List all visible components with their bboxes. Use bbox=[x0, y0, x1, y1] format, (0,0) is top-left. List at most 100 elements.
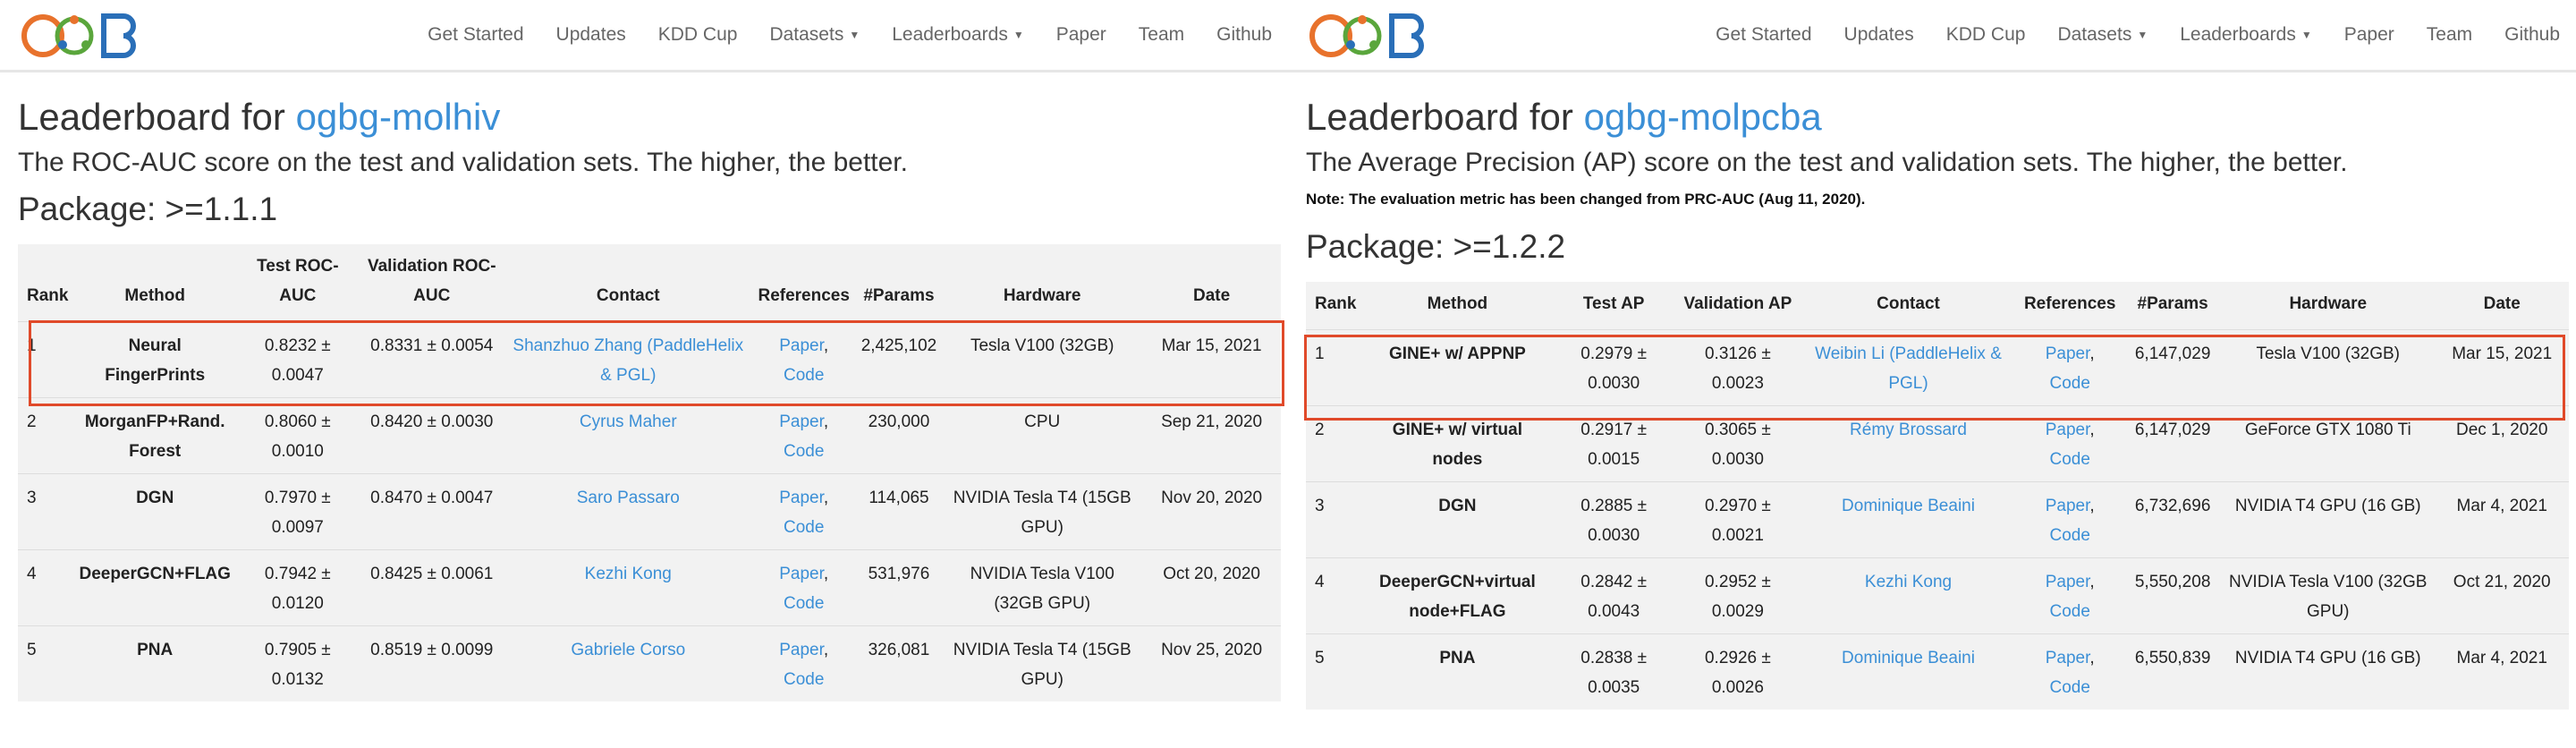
nav-paper[interactable]: Paper bbox=[2328, 24, 2411, 46]
date-cell: Sep 21, 2020 bbox=[1142, 397, 1281, 474]
nav-team[interactable]: Team bbox=[2411, 24, 2488, 46]
separator: , bbox=[823, 641, 829, 659]
contact-link[interactable]: Dominique Beaini bbox=[1801, 481, 2016, 558]
hardware-cell: GeForce GTX 1080 Ti bbox=[2221, 405, 2436, 482]
column-header: Method bbox=[1427, 294, 1488, 313]
nav-updates[interactable]: Updates bbox=[1828, 24, 1930, 46]
date-cell: Mar 15, 2021 bbox=[1142, 321, 1281, 398]
package-version: Package: >=1.1.1 bbox=[18, 191, 278, 227]
code-link[interactable]: Code bbox=[784, 366, 824, 385]
code-link[interactable]: Code bbox=[784, 442, 824, 461]
validation-score-cell: 0.3126 ± 0.0023 bbox=[1674, 329, 1801, 406]
paper-link[interactable]: Paper bbox=[779, 336, 824, 355]
validation-score-cell: 0.8425 ± 0.0061 bbox=[359, 549, 504, 626]
nav-github[interactable]: Github bbox=[1200, 24, 1288, 46]
validation-score-cell: 0.2952 ± 0.0029 bbox=[1674, 557, 1801, 634]
dataset-link[interactable]: ogbg-molpcba bbox=[1584, 96, 1822, 138]
code-link[interactable]: Code bbox=[784, 670, 824, 689]
nav-get-started[interactable]: Get Started bbox=[1699, 24, 1827, 46]
nav-paper[interactable]: Paper bbox=[1040, 24, 1123, 46]
method-cell: PNA bbox=[73, 625, 236, 701]
validation-score-cell: 0.2970 ± 0.0021 bbox=[1674, 481, 1801, 558]
dataset-link[interactable]: ogbg-molhiv bbox=[296, 96, 501, 138]
paper-link[interactable]: Paper bbox=[779, 412, 824, 431]
table-header: Rank Method Test ROC-AUC Validation ROC-AUC… bbox=[18, 244, 1281, 322]
nav-get-started[interactable]: Get Started bbox=[411, 24, 539, 46]
table-row: 2 GINE+ w/ virtual nodes 0.2917 ± 0.0015 0.… bbox=[1306, 405, 2569, 482]
nav-github[interactable]: Github bbox=[2488, 24, 2576, 46]
paper-link[interactable]: Paper bbox=[779, 641, 824, 659]
caret-down-icon: ▼ bbox=[2301, 29, 2312, 42]
paper-link[interactable]: Paper bbox=[779, 489, 824, 507]
date-cell: Oct 21, 2020 bbox=[2435, 557, 2569, 634]
contact-link[interactable]: Rémy Brossard bbox=[1801, 405, 2016, 482]
method-cell: DGN bbox=[1361, 481, 1554, 558]
test-score-cell: 0.7905 ± 0.0132 bbox=[235, 625, 360, 701]
table-row: 5 PNA 0.7905 ± 0.0132 0.8519 ± 0.0099 Gabrie… bbox=[18, 625, 1281, 701]
navbar: Get Started Updates KDD Cup Datasets ▼ Le… bbox=[1288, 0, 2576, 72]
separator: , bbox=[2089, 649, 2095, 667]
contact-link[interactable]: Gabriele Corso bbox=[504, 625, 752, 701]
contact-link[interactable]: Shanzhuo Zhang (PaddleHelix & PGL) bbox=[504, 321, 752, 398]
nav-datasets-label: Datasets bbox=[769, 24, 844, 45]
table-row: 5 PNA 0.2838 ± 0.0035 0.2926 ± 0.0026 Domini… bbox=[1306, 633, 2569, 710]
test-score-cell: 0.8060 ± 0.0010 bbox=[235, 397, 360, 474]
code-link[interactable]: Code bbox=[2049, 678, 2089, 697]
nav-datasets-label: Datasets bbox=[2057, 24, 2132, 45]
nav-kdd-cup[interactable]: KDD Cup bbox=[1930, 24, 2042, 46]
method-cell: DeeperGCN+virtual node+FLAG bbox=[1361, 557, 1554, 634]
table-row: 3 DGN 0.2885 ± 0.0030 0.2970 ± 0.0021 Domini… bbox=[1306, 481, 2569, 558]
hardware-cell: NVIDIA Tesla T4 (15GB GPU) bbox=[942, 473, 1143, 550]
contact-link[interactable]: Saro Passaro bbox=[504, 473, 752, 550]
ogb-logo-icon[interactable] bbox=[1306, 9, 1449, 63]
nav-updates[interactable]: Updates bbox=[540, 24, 642, 46]
code-link[interactable]: Code bbox=[2049, 602, 2089, 621]
column-header: Contact bbox=[596, 286, 660, 305]
navbar: Get Started Updates KDD Cup Datasets ▼ Le… bbox=[0, 0, 1288, 72]
code-link[interactable]: Code bbox=[2049, 526, 2089, 545]
rank-cell: 2 bbox=[1306, 405, 1362, 482]
paper-link[interactable]: Paper bbox=[2046, 573, 2090, 591]
paper-link[interactable]: Paper bbox=[2046, 649, 2090, 667]
rank-cell: 1 bbox=[18, 321, 74, 398]
nav-datasets[interactable]: Datasets ▼ bbox=[753, 24, 876, 46]
contact-link[interactable]: Cyrus Maher bbox=[504, 397, 752, 474]
hardware-cell: NVIDIA Tesla V100 (32GB GPU) bbox=[2221, 557, 2436, 634]
code-link[interactable]: Code bbox=[2049, 450, 2089, 469]
params-cell: 2,425,102 bbox=[855, 321, 943, 398]
hardware-cell: NVIDIA Tesla T4 (15GB GPU) bbox=[942, 625, 1143, 701]
code-link[interactable]: Code bbox=[784, 594, 824, 613]
contact-link[interactable]: Weibin Li (PaddleHelix & PGL) bbox=[1801, 329, 2016, 406]
nav-team[interactable]: Team bbox=[1123, 24, 1200, 46]
paper-link[interactable]: Paper bbox=[2046, 344, 2090, 363]
method-cell: GINE+ w/ APPNP bbox=[1361, 329, 1554, 406]
params-cell: 6,550,839 bbox=[2124, 633, 2222, 710]
column-header: Date bbox=[1193, 286, 1231, 305]
code-link[interactable]: Code bbox=[784, 518, 824, 537]
references-cell: Paper, Code bbox=[751, 549, 856, 626]
table-row: 1 Neural FingerPrints 0.8232 ± 0.0047 0.833… bbox=[18, 321, 1281, 398]
paper-link[interactable]: Paper bbox=[2046, 497, 2090, 515]
column-header: Rank bbox=[27, 286, 69, 305]
code-link[interactable]: Code bbox=[2049, 374, 2089, 393]
column-header: #Params bbox=[2137, 294, 2208, 313]
paper-link[interactable]: Paper bbox=[779, 565, 824, 583]
test-score-cell: 0.2842 ± 0.0043 bbox=[1553, 557, 1674, 634]
params-cell: 531,976 bbox=[855, 549, 943, 626]
nav-leaderboards[interactable]: Leaderboards ▼ bbox=[876, 24, 1040, 46]
paper-link[interactable]: Paper bbox=[2046, 421, 2090, 439]
nav-leaderboards[interactable]: Leaderboards ▼ bbox=[2164, 24, 2328, 46]
contact-link[interactable]: Kezhi Kong bbox=[1801, 557, 2016, 634]
params-cell: 6,147,029 bbox=[2124, 329, 2222, 406]
references-cell: Paper, Code bbox=[2015, 405, 2125, 482]
contact-link[interactable]: Kezhi Kong bbox=[504, 549, 752, 626]
params-cell: 326,081 bbox=[855, 625, 943, 701]
ogb-logo-icon[interactable] bbox=[18, 9, 161, 63]
package-version: Package: >=1.2.2 bbox=[1306, 228, 1566, 265]
column-header: #Params bbox=[863, 286, 935, 305]
params-cell: 6,147,029 bbox=[2124, 405, 2222, 482]
contact-link[interactable]: Dominique Beaini bbox=[1801, 633, 2016, 710]
caret-down-icon: ▼ bbox=[2137, 29, 2148, 42]
nav-datasets[interactable]: Datasets ▼ bbox=[2041, 24, 2164, 46]
nav-kdd-cup[interactable]: KDD Cup bbox=[642, 24, 754, 46]
